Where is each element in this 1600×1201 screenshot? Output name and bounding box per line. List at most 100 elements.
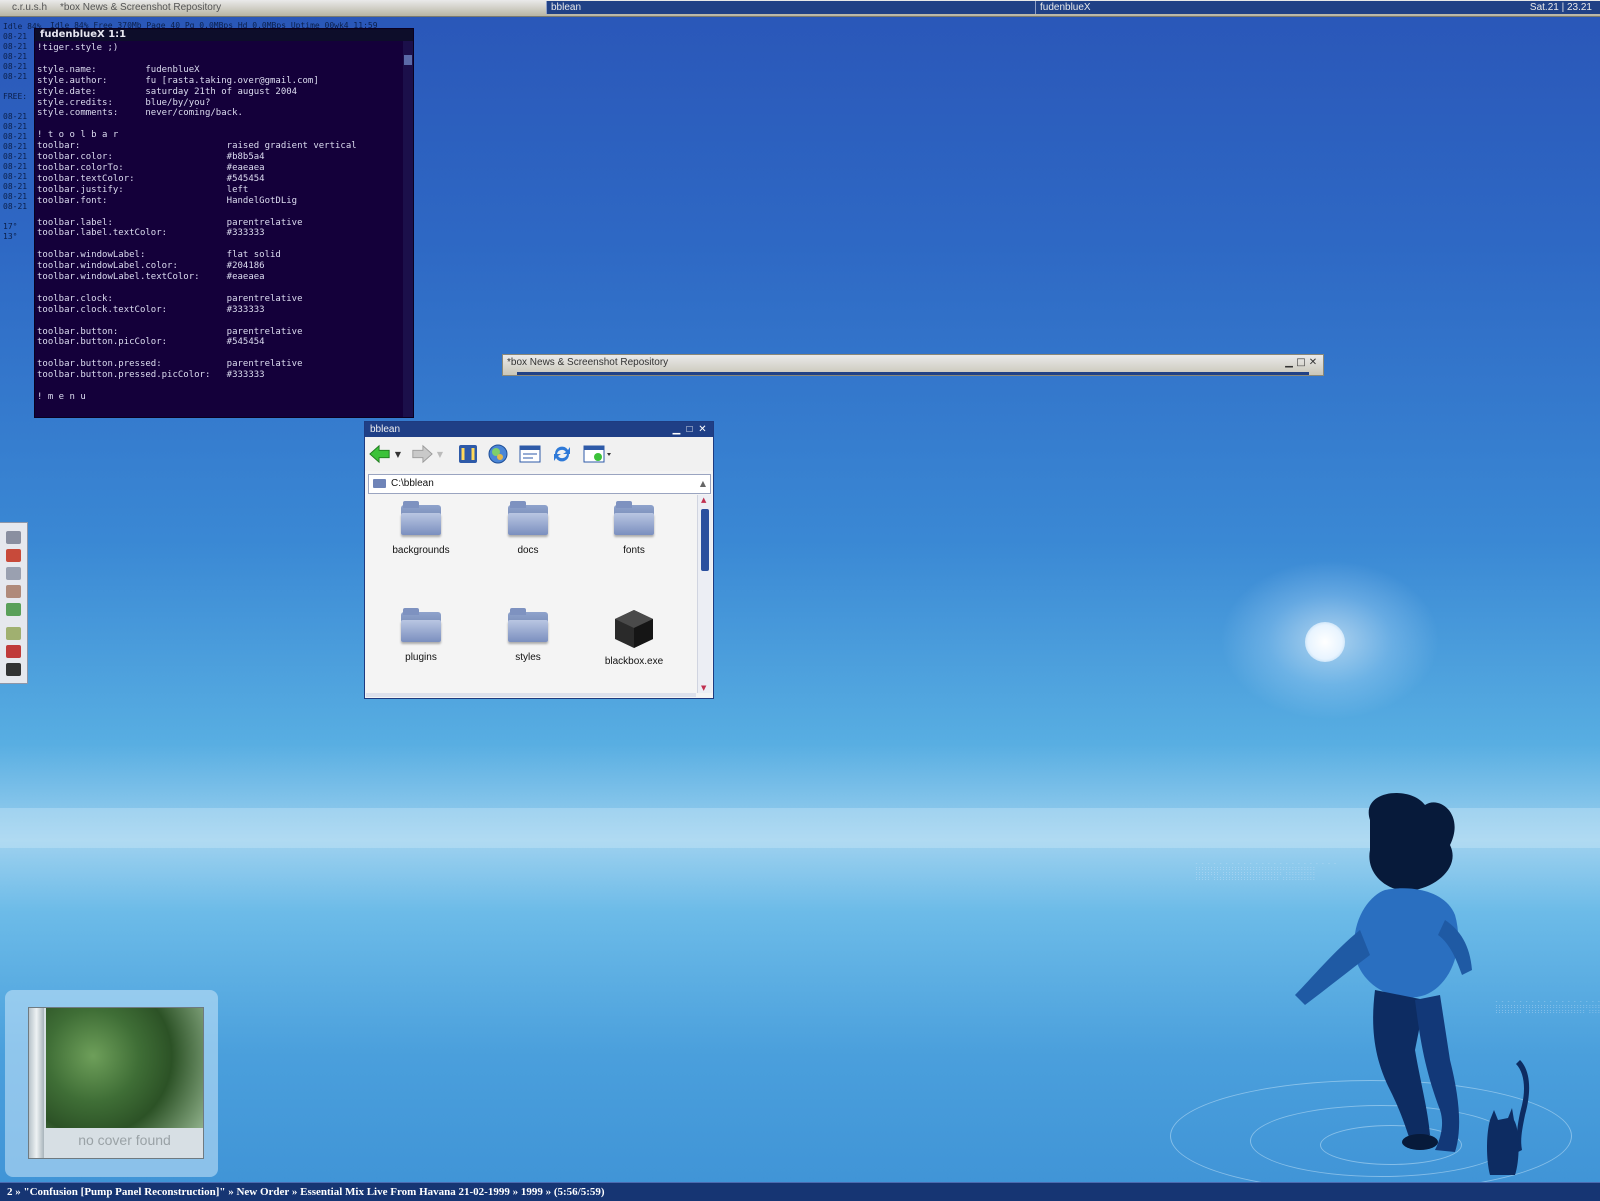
wallpaper-fine-text: - - - - - - - - - - - - - - - - - - - - …: [1495, 999, 1600, 1015]
news-window[interactable]: *box News & Screenshot Repository ▁ □ ✕: [502, 354, 1324, 376]
task-label: bblean: [551, 2, 582, 13]
file-label: blackbox.exe: [604, 656, 664, 667]
new-window-icon[interactable]: [583, 443, 613, 465]
terminal-line: style.date: saturday 21th of august 2004: [37, 86, 298, 97]
cube-icon: [613, 608, 655, 650]
minimize-icon[interactable]: ▁: [670, 422, 683, 437]
file-label: plugins: [405, 652, 437, 663]
forward-arrow-icon[interactable]: [411, 443, 433, 465]
terminal-line: toolbar.windowLabel.color: #204186: [37, 261, 265, 272]
close-icon[interactable]: ✕: [1307, 357, 1319, 368]
file-view[interactable]: backgrounds docs fonts plugins styles blackbo…: [366, 495, 695, 693]
back-dropdown-icon[interactable]: ▼: [393, 443, 403, 465]
folder-icon: [614, 501, 654, 535]
terminal-line: !tiger.style ;): [37, 43, 119, 53]
terminal-line: toolbar.label.textColor: #333333: [37, 228, 265, 239]
terminal-line: toolbar.windowLabel: flat solid: [37, 250, 281, 261]
now-playing-bar[interactable]: 2 » "Confusion [Pump Panel Reconstructio…: [0, 1182, 1600, 1201]
explorer-titlebar[interactable]: bblean ▁ □ ✕: [365, 422, 713, 437]
file-item[interactable]: plugins: [371, 608, 471, 663]
taskbar-item-bblean[interactable]: bblean: [546, 1, 1035, 14]
explorer-window[interactable]: bblean ▁ □ ✕ ▼ ▼ C:\bblean ▲ backgrounds…: [364, 421, 714, 699]
terminal-line: ! t o o l b a r: [37, 130, 119, 141]
view-icon[interactable]: [519, 443, 541, 465]
forward-dropdown-icon[interactable]: ▼: [435, 443, 445, 465]
vertical-scrollbar[interactable]: ▲ ▼: [697, 495, 712, 693]
slit-dock: [0, 522, 28, 684]
close-icon[interactable]: ✕: [696, 422, 709, 437]
address-go-icon[interactable]: ▲: [700, 475, 706, 493]
maximize-icon[interactable]: □: [683, 422, 696, 437]
file-item[interactable]: docs: [478, 501, 578, 556]
folder-icon: [401, 501, 441, 535]
terminal-line: ! m e n u: [37, 392, 86, 402]
file-item[interactable]: blackbox.exe: [584, 608, 684, 667]
news-window-title[interactable]: *box News & Screenshot Repository: [507, 357, 668, 368]
terminal-window[interactable]: fudenblueX 1:1 !tiger.style ;) style.nam…: [34, 28, 414, 418]
horizontal-scrollbar[interactable]: [366, 693, 696, 697]
terminal-title[interactable]: fudenblueX 1:1: [35, 29, 413, 41]
scroll-thumb[interactable]: [701, 509, 709, 571]
refresh-icon[interactable]: [551, 443, 573, 465]
printer-icon[interactable]: [6, 549, 21, 562]
explorer-toolbar: ▼ ▼: [365, 437, 713, 471]
terminal-scroll-thumb[interactable]: [404, 55, 412, 65]
file-item[interactable]: styles: [478, 608, 578, 663]
terminal-line: style.credits: blue/by/you?: [37, 97, 211, 108]
moon: [1305, 622, 1345, 662]
album-cover[interactable]: no cover found: [28, 1007, 204, 1159]
terminal-line: toolbar.button.pressed: parentrelative: [37, 359, 303, 370]
taskbar-item-fudenbluex[interactable]: fudenblueX: [1035, 1, 1530, 14]
terminal-line: toolbar.clock: parentrelative: [37, 293, 303, 304]
figure-icon[interactable]: [6, 585, 21, 598]
terminal-line: toolbar.label: parentrelative: [37, 217, 303, 228]
cover-art-widget: no cover found: [5, 990, 218, 1177]
toolbar-clock[interactable]: Sat.21 | 23.21: [1521, 1, 1600, 14]
scroll-up-icon[interactable]: ▲: [701, 496, 706, 504]
wallpaper-cat-illustration: [1487, 1060, 1530, 1175]
back-arrow-icon[interactable]: [369, 443, 391, 465]
file-label: styles: [515, 652, 541, 663]
joystick-icon[interactable]: [6, 531, 21, 544]
terminal-line: toolbar.button.pressed.picColor: #333333: [37, 370, 265, 381]
flower-icon[interactable]: [6, 627, 21, 640]
terminal-line: style.name: fudenblueX: [37, 64, 200, 75]
file-item[interactable]: backgrounds: [371, 501, 471, 556]
book-icon[interactable]: [6, 645, 21, 658]
cover-caption: no cover found: [78, 1132, 171, 1148]
terminal-scrollbar[interactable]: [403, 41, 413, 417]
picture-icon[interactable]: [6, 603, 21, 616]
workspace-label[interactable]: c.r.u.s.h: [12, 2, 47, 13]
terminal-text[interactable]: !tiger.style ;) style.name: fudenblueX st…: [37, 43, 399, 417]
maximize-icon[interactable]: □: [1295, 357, 1307, 368]
folder-icon: [401, 608, 441, 642]
address-bar[interactable]: C:\bblean ▲: [368, 474, 711, 494]
barcode-icon[interactable]: [6, 663, 21, 676]
terminal-line: style.author: fu [rasta.taking.over@gmai…: [37, 75, 319, 86]
folder-icon: [508, 501, 548, 535]
explorer-title: bblean: [370, 424, 401, 435]
terminal-line: toolbar.windowLabel.textColor: #eaeaea: [37, 272, 265, 283]
phone-icon[interactable]: [6, 567, 21, 580]
now-playing-text: 2 » "Confusion [Pump Panel Reconstructio…: [7, 1186, 605, 1198]
news-window-handle[interactable]: [517, 372, 1309, 375]
terminal-line: toolbar.textColor: #545454: [37, 173, 265, 184]
minimize-icon[interactable]: ▁: [1283, 357, 1295, 368]
terminal-line: toolbar.button.picColor: #545454: [37, 337, 265, 348]
terminal-line: style.comments: never/coming/back.: [37, 108, 243, 119]
folders-icon[interactable]: [457, 443, 479, 465]
cover-image: [46, 1008, 203, 1128]
folder-icon: [373, 479, 386, 488]
scroll-down-icon[interactable]: ▼: [701, 684, 706, 692]
window-label[interactable]: *box News & Screenshot Repository: [60, 2, 221, 13]
file-item[interactable]: fonts: [584, 501, 684, 556]
address-text[interactable]: C:\bblean: [391, 475, 434, 493]
file-label: fonts: [623, 545, 645, 556]
globe-icon[interactable]: [487, 443, 509, 465]
